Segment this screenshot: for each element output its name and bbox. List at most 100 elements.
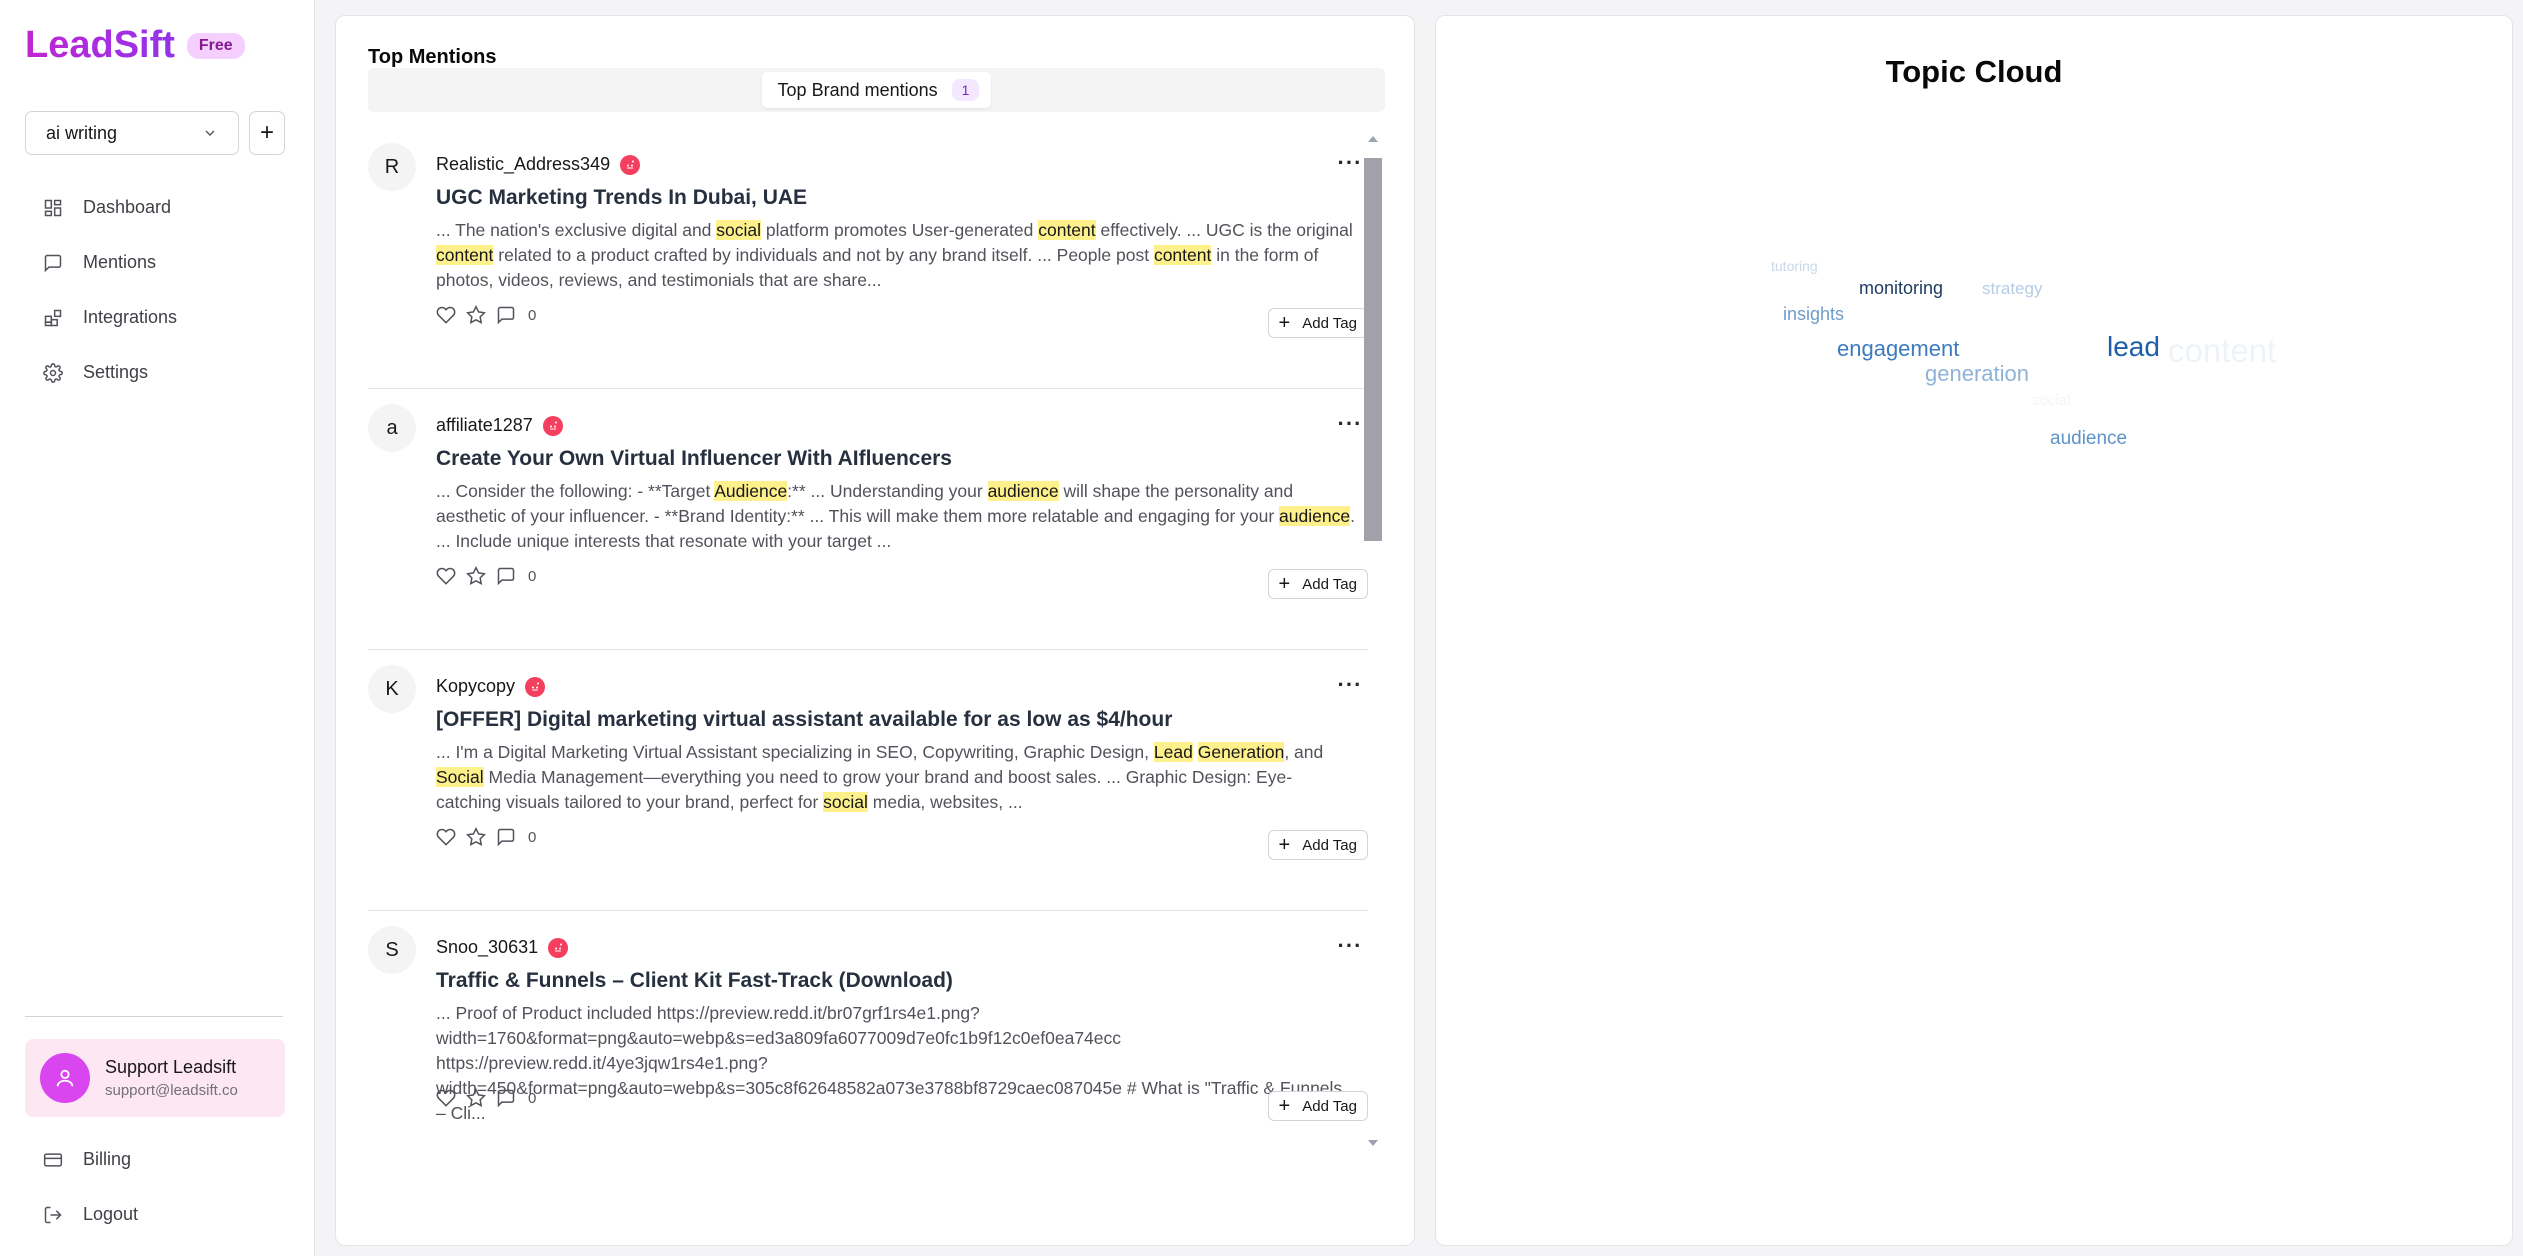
snippet-text: ... The nation's exclusive digital and — [436, 220, 717, 240]
mention-snippet: ... I'm a Digital Marketing Virtual Assi… — [436, 740, 1356, 815]
comment-count: 0 — [528, 828, 537, 846]
mention-card[interactable]: R Realistic_Address349 ··· UGC Marketing… — [368, 128, 1368, 389]
comment-icon[interactable] — [496, 827, 516, 847]
more-options-button[interactable]: ··· — [1332, 148, 1368, 178]
mention-title[interactable]: UGC Marketing Trends In Dubai, UAE — [436, 186, 807, 210]
comment-icon[interactable] — [496, 1088, 516, 1108]
topic-word-social[interactable]: social — [2032, 392, 2070, 409]
sidebar-divider — [25, 1016, 283, 1017]
comment-icon[interactable] — [496, 566, 516, 586]
add-tag-button[interactable]: + Add Tag — [1267, 830, 1368, 860]
keyword-highlight: Lead — [1153, 742, 1193, 762]
heart-icon[interactable] — [436, 827, 456, 847]
sidebar-item-label: Integrations — [83, 307, 178, 327]
sidebar-item-billing[interactable]: Billing — [25, 1132, 290, 1187]
mention-card[interactable]: a affiliate1287 ··· Create Your Own Virt… — [368, 389, 1368, 650]
mentions-feed[interactable]: R Realistic_Address349 ··· UGC Marketing… — [368, 128, 1368, 1146]
snippet-text — [1193, 742, 1198, 762]
scroll-down-arrow[interactable] — [1368, 1140, 1378, 1146]
sidebar-item-label: Mentions — [83, 252, 157, 272]
add-tag-button[interactable]: + Add Tag — [1267, 569, 1368, 599]
scroll-up-arrow[interactable] — [1368, 136, 1378, 142]
topic-word-lead[interactable]: lead — [2107, 331, 2160, 363]
reddit-icon — [620, 154, 641, 175]
star-icon[interactable] — [466, 1088, 486, 1108]
keyword-highlight: social — [823, 792, 868, 812]
avatar: K — [368, 665, 416, 713]
mention-title[interactable]: [OFFER] Digital marketing virtual assist… — [436, 708, 1172, 732]
tab-label: Top Brand mentions — [777, 79, 938, 100]
snippet-text: :** ... Understanding your — [787, 481, 988, 501]
topic-word-engagement[interactable]: engagement — [1837, 336, 1959, 362]
author-name[interactable]: affiliate1287 — [436, 415, 533, 436]
topic-cloud-title: Topic Cloud — [1885, 54, 2063, 89]
credit-card-icon — [43, 1152, 63, 1167]
sidebar-item-dashboard[interactable]: Dashboard — [25, 180, 290, 235]
add-tag-button[interactable]: + Add Tag — [1267, 1091, 1368, 1121]
sidebar-item-logout[interactable]: Logout — [25, 1187, 290, 1242]
keyword-highlight: Generation — [1197, 742, 1285, 762]
keyword-highlight: content — [436, 245, 494, 265]
more-options-button[interactable]: ··· — [1332, 409, 1368, 439]
star-icon[interactable] — [466, 827, 486, 847]
mention-actions: 0 — [436, 566, 536, 586]
more-options-button[interactable]: ··· — [1332, 670, 1368, 700]
mention-actions: 0 — [436, 1088, 536, 1108]
more-options-button[interactable]: ··· — [1332, 931, 1368, 961]
project-select-value: ai writing — [46, 122, 118, 143]
message-icon — [44, 254, 62, 272]
sidebar-item-settings[interactable]: Settings — [25, 345, 290, 400]
heart-icon[interactable] — [436, 1088, 456, 1108]
mention-title[interactable]: Create Your Own Virtual Influencer With … — [436, 447, 952, 471]
author-name[interactable]: Snoo_30631 — [436, 937, 538, 958]
add-project-button[interactable]: + — [249, 111, 285, 155]
sidebar-item-label: Dashboard — [83, 197, 172, 217]
brand[interactable]: LeadSift Free — [25, 24, 245, 67]
topic-cloud-panel: Topic Cloud tutoring monitoring strategy in… — [1435, 15, 2513, 1246]
star-icon[interactable] — [466, 305, 486, 325]
snippet-text: , and — [1284, 742, 1324, 762]
snippet-text: ... I'm a Digital Marketing Virtual Assi… — [436, 742, 1154, 762]
author-name[interactable]: Realistic_Address349 — [436, 154, 610, 175]
topic-word-monitoring[interactable]: monitoring — [1859, 278, 1943, 299]
topic-word-content[interactable]: content — [2168, 332, 2276, 370]
tab-top-brand-mentions[interactable]: Top Brand mentions 1 — [761, 72, 992, 108]
plus-icon: + — [1278, 1094, 1291, 1117]
mention-title[interactable]: Traffic & Funnels – Client Kit Fast-Trac… — [436, 969, 953, 993]
keyword-highlight: social — [716, 220, 762, 240]
gear-icon — [43, 362, 63, 383]
keyword-highlight: content — [1038, 220, 1096, 240]
support-card[interactable]: Support Leadsift support@leadsift.co — [25, 1039, 285, 1117]
topic-word-generation[interactable]: generation — [1925, 361, 2029, 387]
mention-snippet: ... The nation's exclusive digital and s… — [436, 218, 1356, 293]
snippet-text: platform promotes User-generated — [761, 220, 1039, 240]
project-select[interactable]: ai writing — [25, 111, 239, 155]
avatar — [40, 1053, 90, 1103]
mention-card[interactable]: K Kopycopy ··· [OFFER] Digital marketing… — [368, 650, 1368, 911]
scrollbar-thumb[interactable] — [1364, 158, 1382, 541]
topic-word-tutoring[interactable]: tutoring — [1771, 258, 1818, 274]
topic-word-audience[interactable]: audience — [2050, 428, 2127, 450]
plus-icon: + — [1278, 833, 1291, 856]
logout-icon — [44, 1206, 62, 1223]
user-icon — [56, 1069, 74, 1087]
topic-word-strategy[interactable]: strategy — [1982, 279, 2042, 299]
sidebar-item-label: Logout — [83, 1204, 139, 1224]
avatar: R — [368, 143, 416, 191]
sidebar-item-integrations[interactable]: Integrations — [25, 290, 290, 345]
author-name[interactable]: Kopycopy — [436, 676, 515, 697]
add-tag-button[interactable]: + Add Tag — [1267, 308, 1368, 338]
heart-icon[interactable] — [436, 566, 456, 586]
mention-snippet: ... Consider the following: - **Target A… — [436, 479, 1356, 554]
comment-icon[interactable] — [496, 305, 516, 325]
app-logo[interactable]: LeadSift — [25, 24, 175, 67]
chevron-down-icon — [205, 130, 215, 136]
topic-word-insights[interactable]: insights — [1783, 304, 1844, 325]
mention-card[interactable]: S Snoo_30631 ··· Traffic & Funnels – Cli… — [368, 911, 1368, 1146]
star-icon[interactable] — [466, 566, 486, 586]
heart-icon[interactable] — [436, 305, 456, 325]
author-row: Kopycopy — [436, 676, 546, 697]
sidebar-item-mentions[interactable]: Mentions — [25, 235, 290, 290]
author-row: affiliate1287 — [436, 415, 563, 436]
scrollbar[interactable] — [1364, 136, 1382, 1146]
